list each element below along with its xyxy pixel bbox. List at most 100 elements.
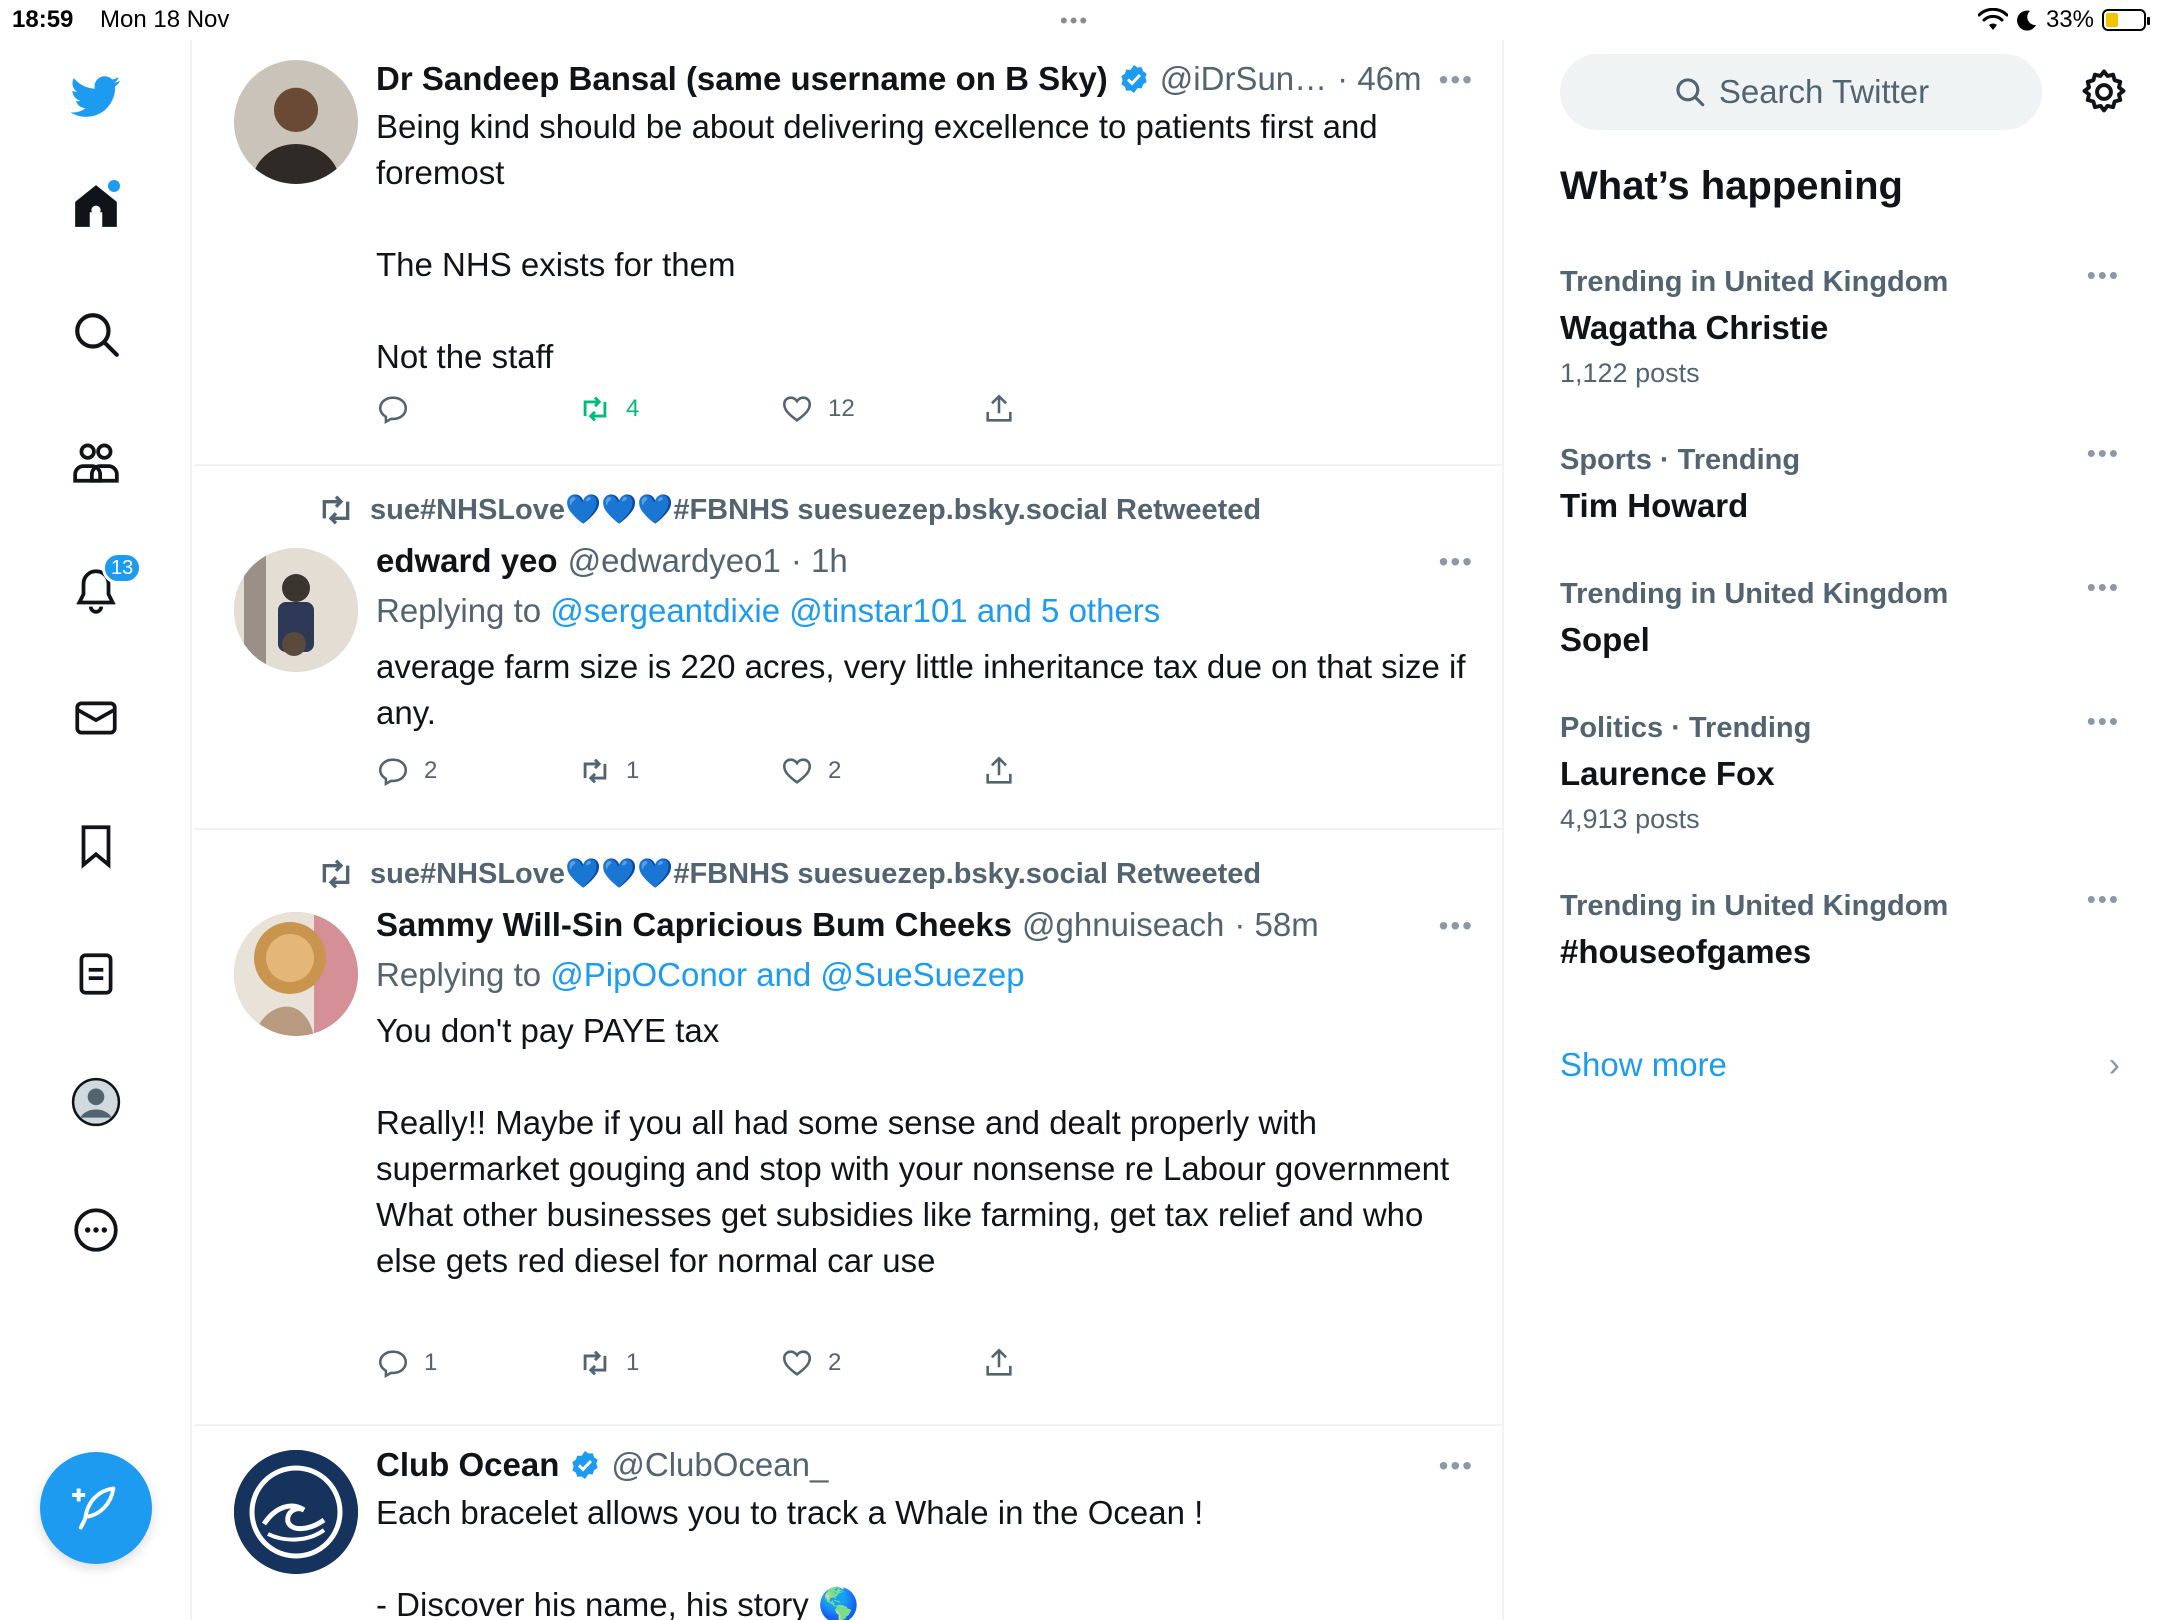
trend-item[interactable]: Sports · Trending Tim Howard •••: [1560, 438, 2120, 530]
verified-badge-icon: [569, 1449, 601, 1481]
tweet[interactable]: Dr Sandeep Bansal (same username on B Sk…: [194, 40, 1502, 466]
retweet-button[interactable]: 1: [578, 1346, 780, 1380]
like-count: 12: [828, 395, 855, 422]
timeline: Dr Sandeep Bansal (same username on B Sk…: [194, 40, 1504, 1620]
tweet[interactable]: sue#NHSLove💙💙💙#FBNHS suesuezep.bsky.soci…: [194, 832, 1502, 1426]
timestamp[interactable]: · 46m: [1337, 60, 1421, 98]
display-name[interactable]: Dr Sandeep Bansal (same username on B Sk…: [376, 60, 1108, 98]
trend-count: 4,913 posts: [1560, 804, 1700, 834]
handle[interactable]: @ClubOcean_: [611, 1446, 828, 1484]
tweet-header: Club Ocean @ClubOcean_: [376, 1442, 1474, 1488]
tweet-content: Sammy Will-Sin Capricious Bum Cheeks @gh…: [376, 902, 1474, 1284]
show-more-link[interactable]: Show more ›: [1560, 1040, 2120, 1090]
twitter-logo-icon[interactable]: [66, 66, 126, 126]
multitasking-dots[interactable]: •••: [1060, 8, 1089, 34]
whats-happening-title: What’s happening: [1560, 164, 1903, 208]
reply-button[interactable]: 1: [376, 1346, 578, 1380]
reply-button[interactable]: [376, 392, 578, 426]
nav-communities[interactable]: [66, 432, 126, 492]
replying-to: Replying to @sergeantdixie @tinstar101 a…: [376, 588, 1474, 634]
trend-more-button[interactable]: •••: [2087, 706, 2120, 737]
nav-bookmarks[interactable]: [66, 816, 126, 876]
handle[interactable]: @iDrSun…: [1160, 60, 1327, 98]
like-button[interactable]: 2: [780, 1346, 982, 1380]
chevron-right-icon: ›: [2108, 1046, 2120, 1084]
handle[interactable]: @ghnuiseach: [1022, 906, 1224, 944]
avatar[interactable]: [234, 912, 358, 1036]
tweet-more-button[interactable]: •••: [1439, 910, 1474, 942]
tweet-more-button[interactable]: •••: [1439, 546, 1474, 578]
reply-count: 1: [424, 1349, 438, 1376]
share-icon: [986, 1348, 1012, 1376]
trend-item[interactable]: Trending in United Kingdom Sopel •••: [1560, 572, 2120, 664]
search-placeholder: Search Twitter: [1718, 73, 1930, 110]
retweet-count: 1: [626, 757, 640, 784]
replying-to-links[interactable]: @sergeantdixie @tinstar101 and 5 others: [550, 592, 1160, 629]
trend-more-button[interactable]: •••: [2087, 438, 2120, 469]
tweet-more-button[interactable]: •••: [1439, 1450, 1474, 1482]
share-button[interactable]: [982, 392, 1184, 426]
trend-more-button[interactable]: •••: [2087, 572, 2120, 603]
nav-messages[interactable]: [66, 688, 126, 748]
search-icon: [1676, 78, 1705, 107]
trend-context: Sports · Trending: [1560, 444, 1801, 476]
retweeted-by-line[interactable]: sue#NHSLove💙💙💙#FBNHS suesuezep.bsky.soci…: [316, 854, 1261, 894]
timestamp[interactable]: · 58m: [1234, 906, 1318, 944]
timestamp[interactable]: · 1h: [791, 542, 848, 580]
like-button[interactable]: 12: [780, 392, 982, 426]
nav-profile[interactable]: [66, 1072, 126, 1132]
avatar[interactable]: [234, 548, 358, 672]
tweet[interactable]: Club Ocean @ClubOcean_ ••• Each bracelet…: [194, 1428, 1502, 1620]
retweeted-by-text: sue#NHSLove💙💙💙#FBNHS suesuezep.bsky.soci…: [370, 858, 1262, 890]
battery-percent: 33%: [2045, 6, 2094, 33]
tweet-text: You don't pay PAYE tax Really!! Maybe if…: [376, 1012, 1450, 1279]
reply-button[interactable]: 2: [376, 754, 578, 788]
retweeted-by-line[interactable]: sue#NHSLove💙💙💙#FBNHS suesuezep.bsky.soci…: [316, 490, 1261, 530]
share-button[interactable]: [982, 1346, 1184, 1380]
compose-feather-icon: [72, 1486, 116, 1530]
tweet-actions: 2 1 2: [376, 754, 1184, 788]
handle[interactable]: @edwardyeo1: [568, 542, 781, 580]
nav-notifications[interactable]: 13: [66, 552, 143, 620]
nav-home[interactable]: [66, 176, 126, 236]
trend-count: 1,122 posts: [1560, 358, 1700, 388]
tweet-content: Club Ocean @ClubOcean_ ••• Each bracelet…: [376, 1442, 1474, 1620]
share-icon: [986, 756, 1012, 784]
retweet-icon: [583, 1350, 607, 1376]
avatar[interactable]: [234, 60, 358, 184]
trend-context: Trending in United Kingdom: [1560, 890, 1949, 922]
display-name[interactable]: edward yeo: [376, 542, 558, 580]
retweet-button[interactable]: 1: [578, 754, 780, 788]
trend-item[interactable]: Trending in United Kingdom #houseofgames…: [1560, 884, 2120, 976]
trend-item[interactable]: Trending in United Kingdom Wagatha Chris…: [1560, 260, 2120, 394]
share-button[interactable]: [982, 754, 1184, 788]
trend-name: Laurence Fox: [1560, 755, 1775, 792]
display-name[interactable]: Sammy Will-Sin Capricious Bum Cheeks: [376, 906, 1012, 944]
retweet-icon: [583, 758, 607, 784]
nav-more[interactable]: [66, 1200, 126, 1260]
heart-icon: [782, 758, 812, 784]
tweet-header: edward yeo @edwardyeo1 · 1h: [376, 538, 1474, 584]
trend-name: Sopel: [1560, 621, 1650, 658]
nav-explore[interactable]: [66, 304, 126, 364]
replying-to-links[interactable]: @PipOConor and @SueSuezep: [550, 956, 1024, 993]
retweet-button[interactable]: 4: [578, 392, 780, 426]
tweet-more-button[interactable]: •••: [1439, 64, 1474, 96]
avatar[interactable]: [234, 1450, 358, 1574]
tweet-text: average farm size is 220 acres, very lit…: [376, 648, 1475, 731]
tweet[interactable]: sue#NHSLove💙💙💙#FBNHS suesuezep.bsky.soci…: [194, 468, 1502, 830]
tweet-text: Being kind should be about delivering ex…: [376, 108, 1378, 375]
wifi-icon: [1977, 8, 2008, 30]
trend-more-button[interactable]: •••: [2087, 260, 2120, 291]
retweet-icon: [583, 396, 607, 422]
gear-icon[interactable]: [2078, 66, 2130, 118]
display-name[interactable]: Club Ocean: [376, 1446, 559, 1484]
nav-lists[interactable]: [66, 944, 126, 1004]
compose-tweet-button[interactable]: [40, 1452, 152, 1564]
trend-more-button[interactable]: •••: [2087, 884, 2120, 915]
trend-item[interactable]: Politics · Trending Laurence Fox 4,913 p…: [1560, 706, 2120, 840]
search-input[interactable]: Search Twitter: [1560, 54, 2042, 130]
like-button[interactable]: 2: [780, 754, 982, 788]
trend-context: Trending in United Kingdom: [1560, 578, 1949, 610]
retweet-count: 4: [626, 395, 640, 422]
